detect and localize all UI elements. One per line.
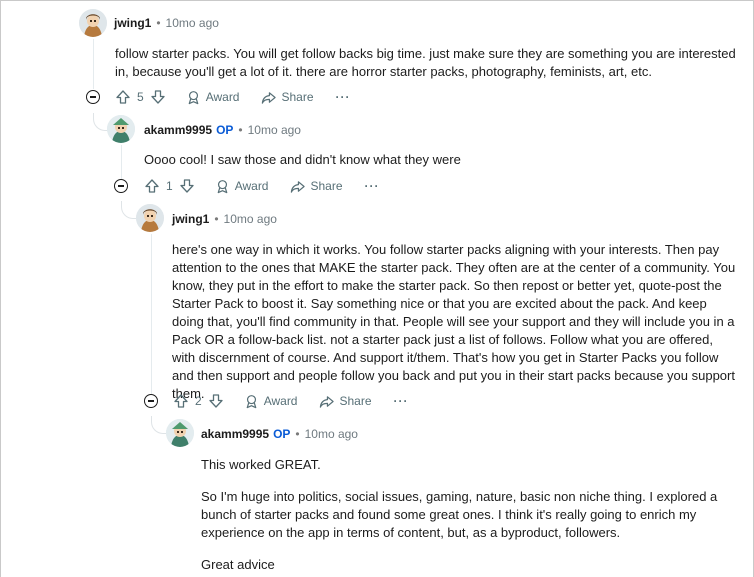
separator: • — [295, 427, 300, 441]
separator: • — [156, 16, 161, 30]
timestamp[interactable]: 10mo ago — [224, 212, 277, 226]
user-avatar-icon — [79, 9, 107, 37]
op-badge: OP — [216, 123, 234, 137]
downvote-icon — [209, 394, 223, 408]
share-icon — [320, 395, 335, 408]
downvote-icon — [180, 179, 194, 193]
thread-line[interactable] — [93, 39, 94, 89]
award-button[interactable]: Award — [215, 179, 269, 194]
user-avatar-icon — [107, 115, 135, 143]
separator: • — [214, 212, 219, 226]
downvote-button[interactable] — [179, 178, 195, 194]
award-button[interactable]: Award — [244, 394, 298, 409]
comment-paragraph: here's one way in which it works. You fo… — [172, 242, 736, 401]
award-icon — [217, 179, 228, 193]
username[interactable]: akamm9995 — [144, 123, 212, 137]
share-label: Share — [339, 394, 372, 408]
username[interactable]: jwing1 — [172, 212, 209, 226]
upvote-icon — [174, 394, 188, 408]
share-button[interactable]: Share — [319, 394, 372, 409]
vote-count: 1 — [166, 179, 173, 193]
share-icon — [291, 180, 306, 193]
award-icon — [188, 90, 199, 104]
comment-body: Oooo cool! I saw those and didn't know w… — [144, 151, 734, 169]
downvote-button[interactable] — [208, 393, 224, 409]
share-button[interactable]: Share — [290, 179, 343, 194]
avatar[interactable] — [136, 204, 164, 232]
share-icon — [262, 91, 277, 104]
comment-paragraph: Great advice — [201, 557, 275, 572]
user-avatar-icon — [166, 419, 194, 447]
avatar[interactable] — [166, 419, 194, 447]
thread-line[interactable] — [121, 145, 122, 179]
upvote-icon — [116, 90, 130, 104]
award-label: Award — [234, 179, 269, 193]
share-button[interactable]: Share — [261, 90, 314, 105]
more-options-button[interactable]: ··· — [336, 90, 351, 104]
share-label: Share — [310, 179, 343, 193]
vote-count: 5 — [137, 90, 144, 104]
user-avatar-icon — [136, 204, 164, 232]
upvote-icon — [145, 179, 159, 193]
comment-body: here's one way in which it works. You fo… — [172, 241, 738, 403]
comment-body: This worked GREAT. So I'm huge into poli… — [201, 456, 731, 574]
collapse-thread-button[interactable] — [144, 394, 158, 408]
upvote-button[interactable] — [144, 178, 160, 194]
collapse-thread-button[interactable] — [114, 179, 128, 193]
upvote-button[interactable] — [115, 89, 131, 105]
comment-thread: jwing1 • 10mo ago follow starter packs. … — [0, 0, 754, 577]
username[interactable]: akamm9995 — [201, 427, 269, 441]
share-label: Share — [281, 90, 314, 104]
award-button[interactable]: Award — [186, 90, 240, 105]
comment-paragraph: This worked GREAT. — [201, 457, 321, 472]
more-options-button[interactable]: ··· — [394, 394, 409, 408]
avatar[interactable] — [79, 9, 107, 37]
award-icon — [246, 394, 257, 408]
timestamp[interactable]: 10mo ago — [305, 427, 358, 441]
comment-paragraph: Oooo cool! I saw those and didn't know w… — [144, 152, 461, 167]
vote-count: 2 — [195, 394, 202, 408]
more-options-button[interactable]: ··· — [365, 179, 380, 193]
comment-paragraph: follow starter packs. You will get follo… — [115, 46, 736, 79]
upvote-button[interactable] — [173, 393, 189, 409]
award-label: Award — [263, 394, 298, 408]
comment-body: follow starter packs. You will get follo… — [115, 45, 740, 81]
username[interactable]: jwing1 — [114, 16, 151, 30]
downvote-icon — [151, 90, 165, 104]
timestamp[interactable]: 10mo ago — [166, 16, 219, 30]
timestamp[interactable]: 10mo ago — [248, 123, 301, 137]
collapse-thread-button[interactable] — [86, 90, 100, 104]
op-badge: OP — [273, 427, 291, 441]
comment-paragraph: So I'm huge into politics, social issues… — [201, 489, 718, 540]
avatar[interactable] — [107, 115, 135, 143]
downvote-button[interactable] — [150, 89, 166, 105]
award-label: Award — [205, 90, 240, 104]
separator: • — [238, 123, 243, 137]
thread-line[interactable] — [151, 234, 152, 394]
